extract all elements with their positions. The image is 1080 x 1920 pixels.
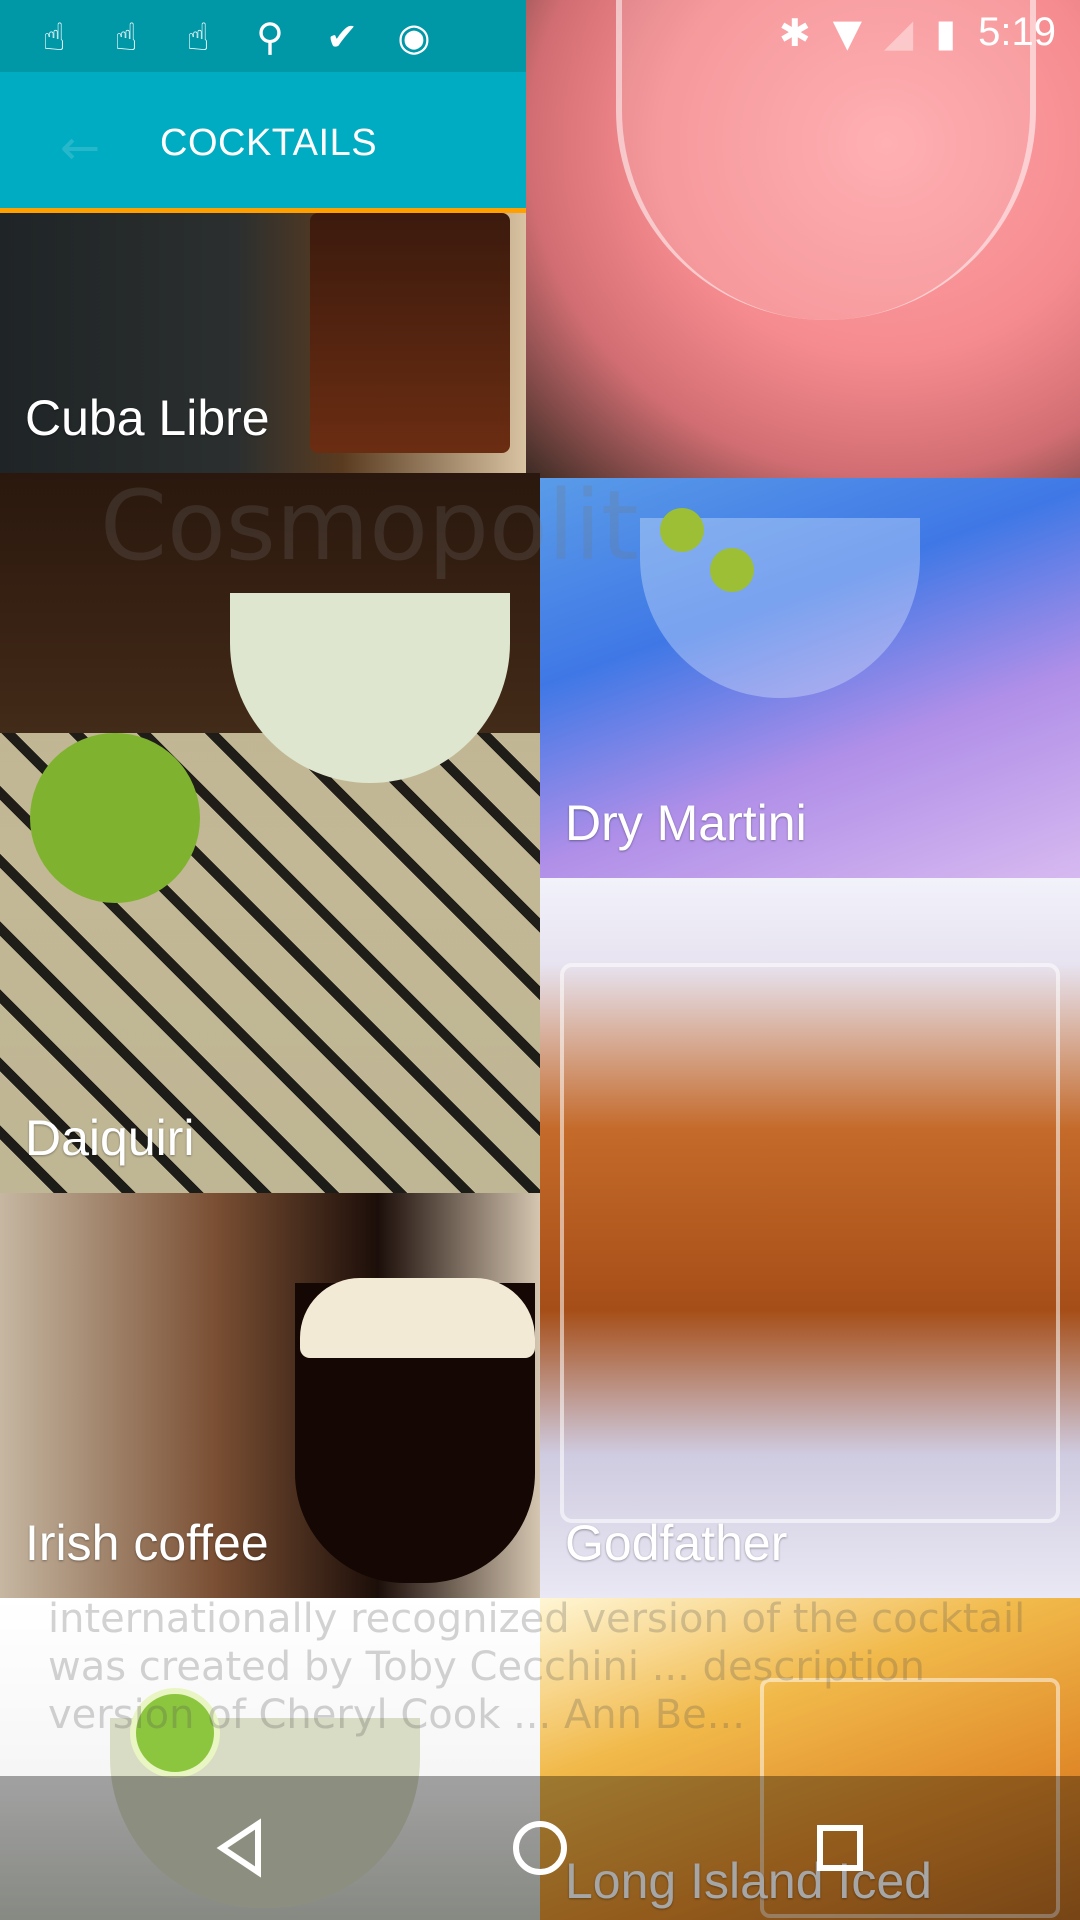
checkmark-icon: ✔ (326, 15, 358, 59)
ghost-detail-title: Cosmopolit (100, 470, 639, 582)
android-icon: ◉ (397, 15, 431, 59)
battery-charging-icon: ▮ (935, 10, 957, 55)
tile-label-irish-coffee: Irish coffee (25, 1515, 269, 1571)
back-triangle-icon[interactable] (204, 1812, 276, 1884)
pointer-hand-icon: ☝ (42, 15, 66, 59)
wifi-icon: ▼ (832, 10, 862, 55)
tile-label-daiquiri: Daiquiri (25, 1110, 195, 1166)
tile-label-dry-martini: Dry Martini (565, 795, 807, 851)
pointer-hand-icon: ☝ (186, 15, 210, 59)
status-time: 5:19 (978, 10, 1056, 54)
app-bar: ← COCKTAILS (0, 72, 526, 213)
navigation-bar (0, 1776, 1080, 1920)
keyhole-icon: ⚲ (256, 15, 284, 59)
tile-label-cuba-libre: Cuba Libre (25, 390, 270, 446)
tile-label-godfather: Godfather (565, 1515, 788, 1571)
status-bar-right-icons: ✱ ▼ ◢ ▮ 5:19 (779, 10, 1056, 55)
cocktail-tile-cuba-libre[interactable]: Cuba Libre (0, 213, 526, 473)
cream-foam (300, 1278, 535, 1358)
lime (30, 733, 200, 903)
cocktail-tile-cosmopolitan[interactable] (526, 0, 1080, 478)
no-sim-icon: ◢ (883, 10, 914, 55)
cocktail-tile-irish-coffee[interactable]: Irish coffee (0, 1193, 540, 1598)
pointer-hand-icon: ☝ (114, 15, 138, 59)
home-circle-icon[interactable] (504, 1812, 576, 1884)
olive (710, 548, 754, 592)
status-bar-left-icons: ☝ ☝ ☝ ⚲ ✔ ◉ (28, 14, 440, 60)
cocktail-tile-godfather[interactable]: Godfather (540, 878, 1080, 1598)
ghost-detail-body: internationally recognized version of th… (48, 1596, 1026, 1738)
back-arrow-icon[interactable]: ← (60, 120, 100, 176)
olive (660, 508, 704, 552)
recents-square-icon[interactable] (804, 1812, 876, 1884)
glass-shape (310, 213, 510, 453)
bluetooth-icon: ✱ (778, 10, 811, 55)
page-title: COCKTAILS (160, 122, 378, 164)
glass-shape (560, 963, 1060, 1523)
